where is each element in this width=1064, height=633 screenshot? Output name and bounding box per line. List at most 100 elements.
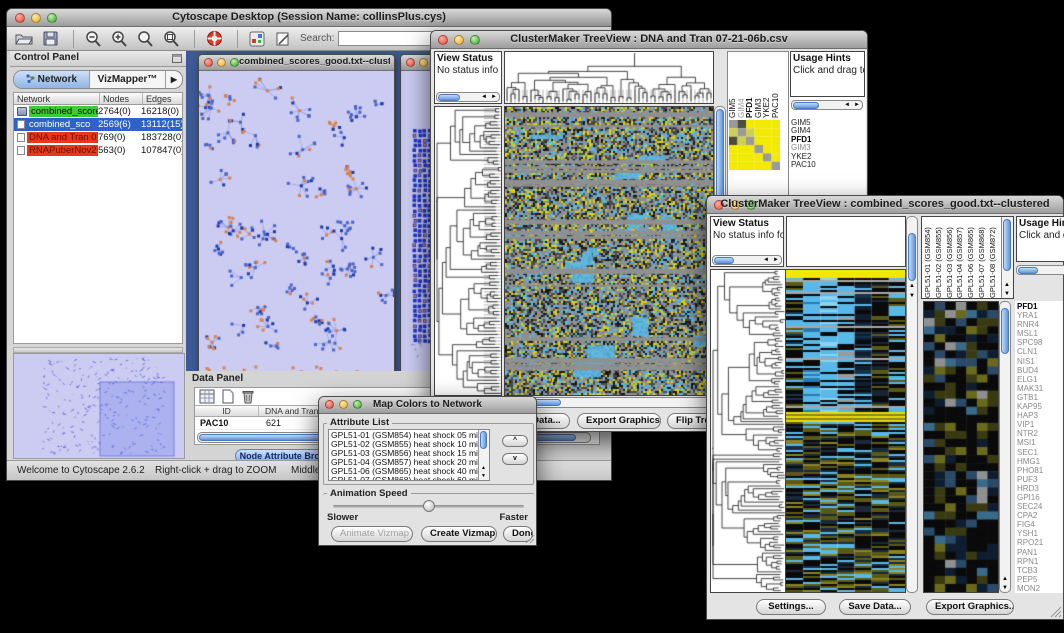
tab-vizmapper[interactable]: VizMapper™ [90,71,166,88]
scroll-right-icon[interactable]: ► [491,93,497,102]
tv2-gene-label[interactable]: SEC1 [1017,448,1063,457]
scroll-up-icon[interactable]: ▲ [909,283,915,289]
tv2-column-label[interactable]: GPL51-03 (GSM856) [946,219,957,298]
tv1-gene-label[interactable]: GIM3 [791,144,816,152]
scrollbar-thumb[interactable] [714,257,734,264]
tv1-column-label[interactable]: GIM3 [755,54,764,118]
attribute-item[interactable]: GPL51-03 (GSM856) heat shock 15 min [329,449,478,458]
tv1-column-label[interactable]: GIM4 [738,54,747,118]
settings-button[interactable]: Settings... [756,599,826,615]
tv2-gene-label[interactable]: BUD4 [1017,366,1063,375]
save-data-button[interactable]: Save Data... [839,599,911,615]
tv2-column-label[interactable]: GPL51-08 (GSM872) [989,219,1000,298]
tv2-gene-label[interactable]: MSL1 [1017,329,1063,338]
scrollbar-thumb[interactable] [908,233,916,281]
zoom-out-icon[interactable] [82,29,104,49]
tv1-hints-hscrollbar[interactable]: ◄ ► [791,100,863,110]
tv2-gene-label[interactable]: SEC24 [1017,502,1063,511]
tv2-row-dendrogram[interactable] [711,270,785,592]
column-header-id[interactable]: ID [195,406,259,416]
tv2-zoom-vscrollbar[interactable]: ▲ ▼ [999,301,1011,593]
scrollbar-thumb[interactable] [1001,308,1009,354]
tv2-gene-label[interactable]: YSH1 [1017,529,1063,538]
slider-thumb[interactable] [423,500,435,512]
scrollbar-thumb[interactable] [438,94,460,101]
annotation-icon[interactable] [272,29,294,49]
tv1-gene-label[interactable]: GIM4 [791,127,816,135]
tv1-zoom-heatmap[interactable] [729,120,780,170]
tv2-column-label[interactable]: GPL51-04 (GSM857) [956,219,967,298]
done-button[interactable]: Done [503,526,533,542]
network1-canvas[interactable] [199,71,394,371]
close-button[interactable] [204,58,213,67]
birds-eye-view[interactable] [13,353,185,459]
network-row[interactable]: RNAPuberNov2+563(0)107847(0) [14,144,182,157]
tv1-row-dendrogram[interactable] [435,107,501,395]
tv2-gene-label[interactable]: RPO21 [1017,538,1063,547]
scroll-down-icon[interactable]: ▼ [909,293,915,299]
tv2-gene-label[interactable]: HMG1 [1017,457,1063,466]
column-header-edges[interactable]: Edges [143,93,182,104]
network-row[interactable]: combined_sco2569(6)13112(15) [14,118,182,131]
move-up-button[interactable]: ^ [502,435,528,447]
tv2-gene-label[interactable]: CLN1 [1017,347,1063,356]
scroll-right-icon[interactable]: ► [773,256,779,265]
tv2-gene-label[interactable]: VIP1 [1017,420,1063,429]
scrollbar-thumb[interactable] [1003,219,1011,271]
animation-speed-slider[interactable] [333,505,524,508]
tv1-gene-label[interactable]: GIM5 [791,119,816,127]
tv1-gene-label[interactable]: PAC10 [791,161,816,169]
attribute-list-vscrollbar[interactable]: ▲ ▼ [478,430,489,480]
scroll-up-icon[interactable]: ▲ [1002,576,1008,582]
dialog-titlebar[interactable]: Map Colors to Network [319,397,536,414]
zoom-selected-icon[interactable] [134,29,156,49]
export-graphics-button[interactable]: Export Graphics... [577,413,661,429]
tv1-heatmap[interactable] [505,107,713,395]
tv1-gene-label[interactable]: PFD1 [791,136,816,144]
tv2-gene-label[interactable]: FIG4 [1017,520,1063,529]
tabs-overflow-arrow[interactable]: ▶ [166,71,182,88]
tv1-status-hscrollbar[interactable]: ◄ ► [436,92,500,102]
tv2-column-label[interactable]: GPL51-02 (GSM855) [935,219,946,298]
tv2-gene-label[interactable]: KAP95 [1017,402,1063,411]
tv1-column-label[interactable]: GIM5 [729,54,738,118]
tv2-status-hscrollbar[interactable]: ◄ ► [712,255,782,265]
scroll-up-icon[interactable]: ▲ [1004,282,1010,288]
attribute-item[interactable]: GPL51-04 (GSM857) heat shock 20 min [329,458,478,467]
attribute-item[interactable]: GPL51-01 (GSM854) heat shock 05 min [329,431,478,440]
tv2-gene-label[interactable]: MSI1 [1017,438,1063,447]
scroll-up-icon[interactable]: ▲ [481,465,486,471]
scroll-down-icon[interactable]: ▼ [1004,291,1010,297]
tv2-gene-label[interactable]: NTR2 [1017,429,1063,438]
tv2-gene-label[interactable]: HRD3 [1017,484,1063,493]
zoom-fit-icon[interactable] [160,29,182,49]
tv2-column-label[interactable]: GPL51-06 (GSM865) [967,219,978,298]
tv2-gene-label[interactable]: MAK31 [1017,384,1063,393]
tv2-gene-label[interactable]: MON2 [1017,584,1063,593]
maximize-button[interactable] [230,58,239,67]
tv2-gene-label[interactable]: PEP5 [1017,575,1063,584]
tv1-gene-label[interactable]: YKE2 [791,153,816,161]
tv2-gene-label[interactable]: PUF3 [1017,475,1063,484]
tv2-gene-label[interactable]: SPC98 [1017,338,1063,347]
tv1-column-label[interactable]: YKE2 [763,54,772,118]
tv2-gene-label[interactable]: RNR4 [1017,320,1063,329]
modules-icon[interactable] [246,29,268,49]
tv2-vscrollbar[interactable]: ▲ ▼ [906,216,918,593]
network-row[interactable]: combined_scores2764(0)16218(0) [14,105,182,118]
network1-titlebar[interactable]: combined_scores_good.txt--cluste... [199,55,394,71]
network-row[interactable]: DNA and Tran 07769(0)183728(0) [14,131,182,144]
treeview1-titlebar[interactable]: ClusterMaker TreeView : DNA and Tran 07-… [431,31,867,49]
scroll-down-icon[interactable]: ▼ [1002,585,1008,591]
column-header-network[interactable]: Network [14,93,100,104]
tv2-gene-label[interactable]: CPA2 [1017,511,1063,520]
save-icon[interactable] [39,29,61,49]
scroll-left-icon[interactable]: ◄ [844,101,850,110]
scrollbar-thumb[interactable] [1018,267,1038,274]
scroll-right-icon[interactable]: ► [854,101,860,110]
tv2-gene-label[interactable]: PFD1 [1017,302,1063,311]
scrollbar-thumb[interactable] [793,102,819,109]
main-titlebar[interactable]: Cytoscape Desktop (Session Name: collins… [7,9,611,27]
scrollbar-thumb[interactable] [480,431,487,449]
attribute-item[interactable]: GPL51-07 (GSM868) heat shock 60 min [329,476,478,481]
